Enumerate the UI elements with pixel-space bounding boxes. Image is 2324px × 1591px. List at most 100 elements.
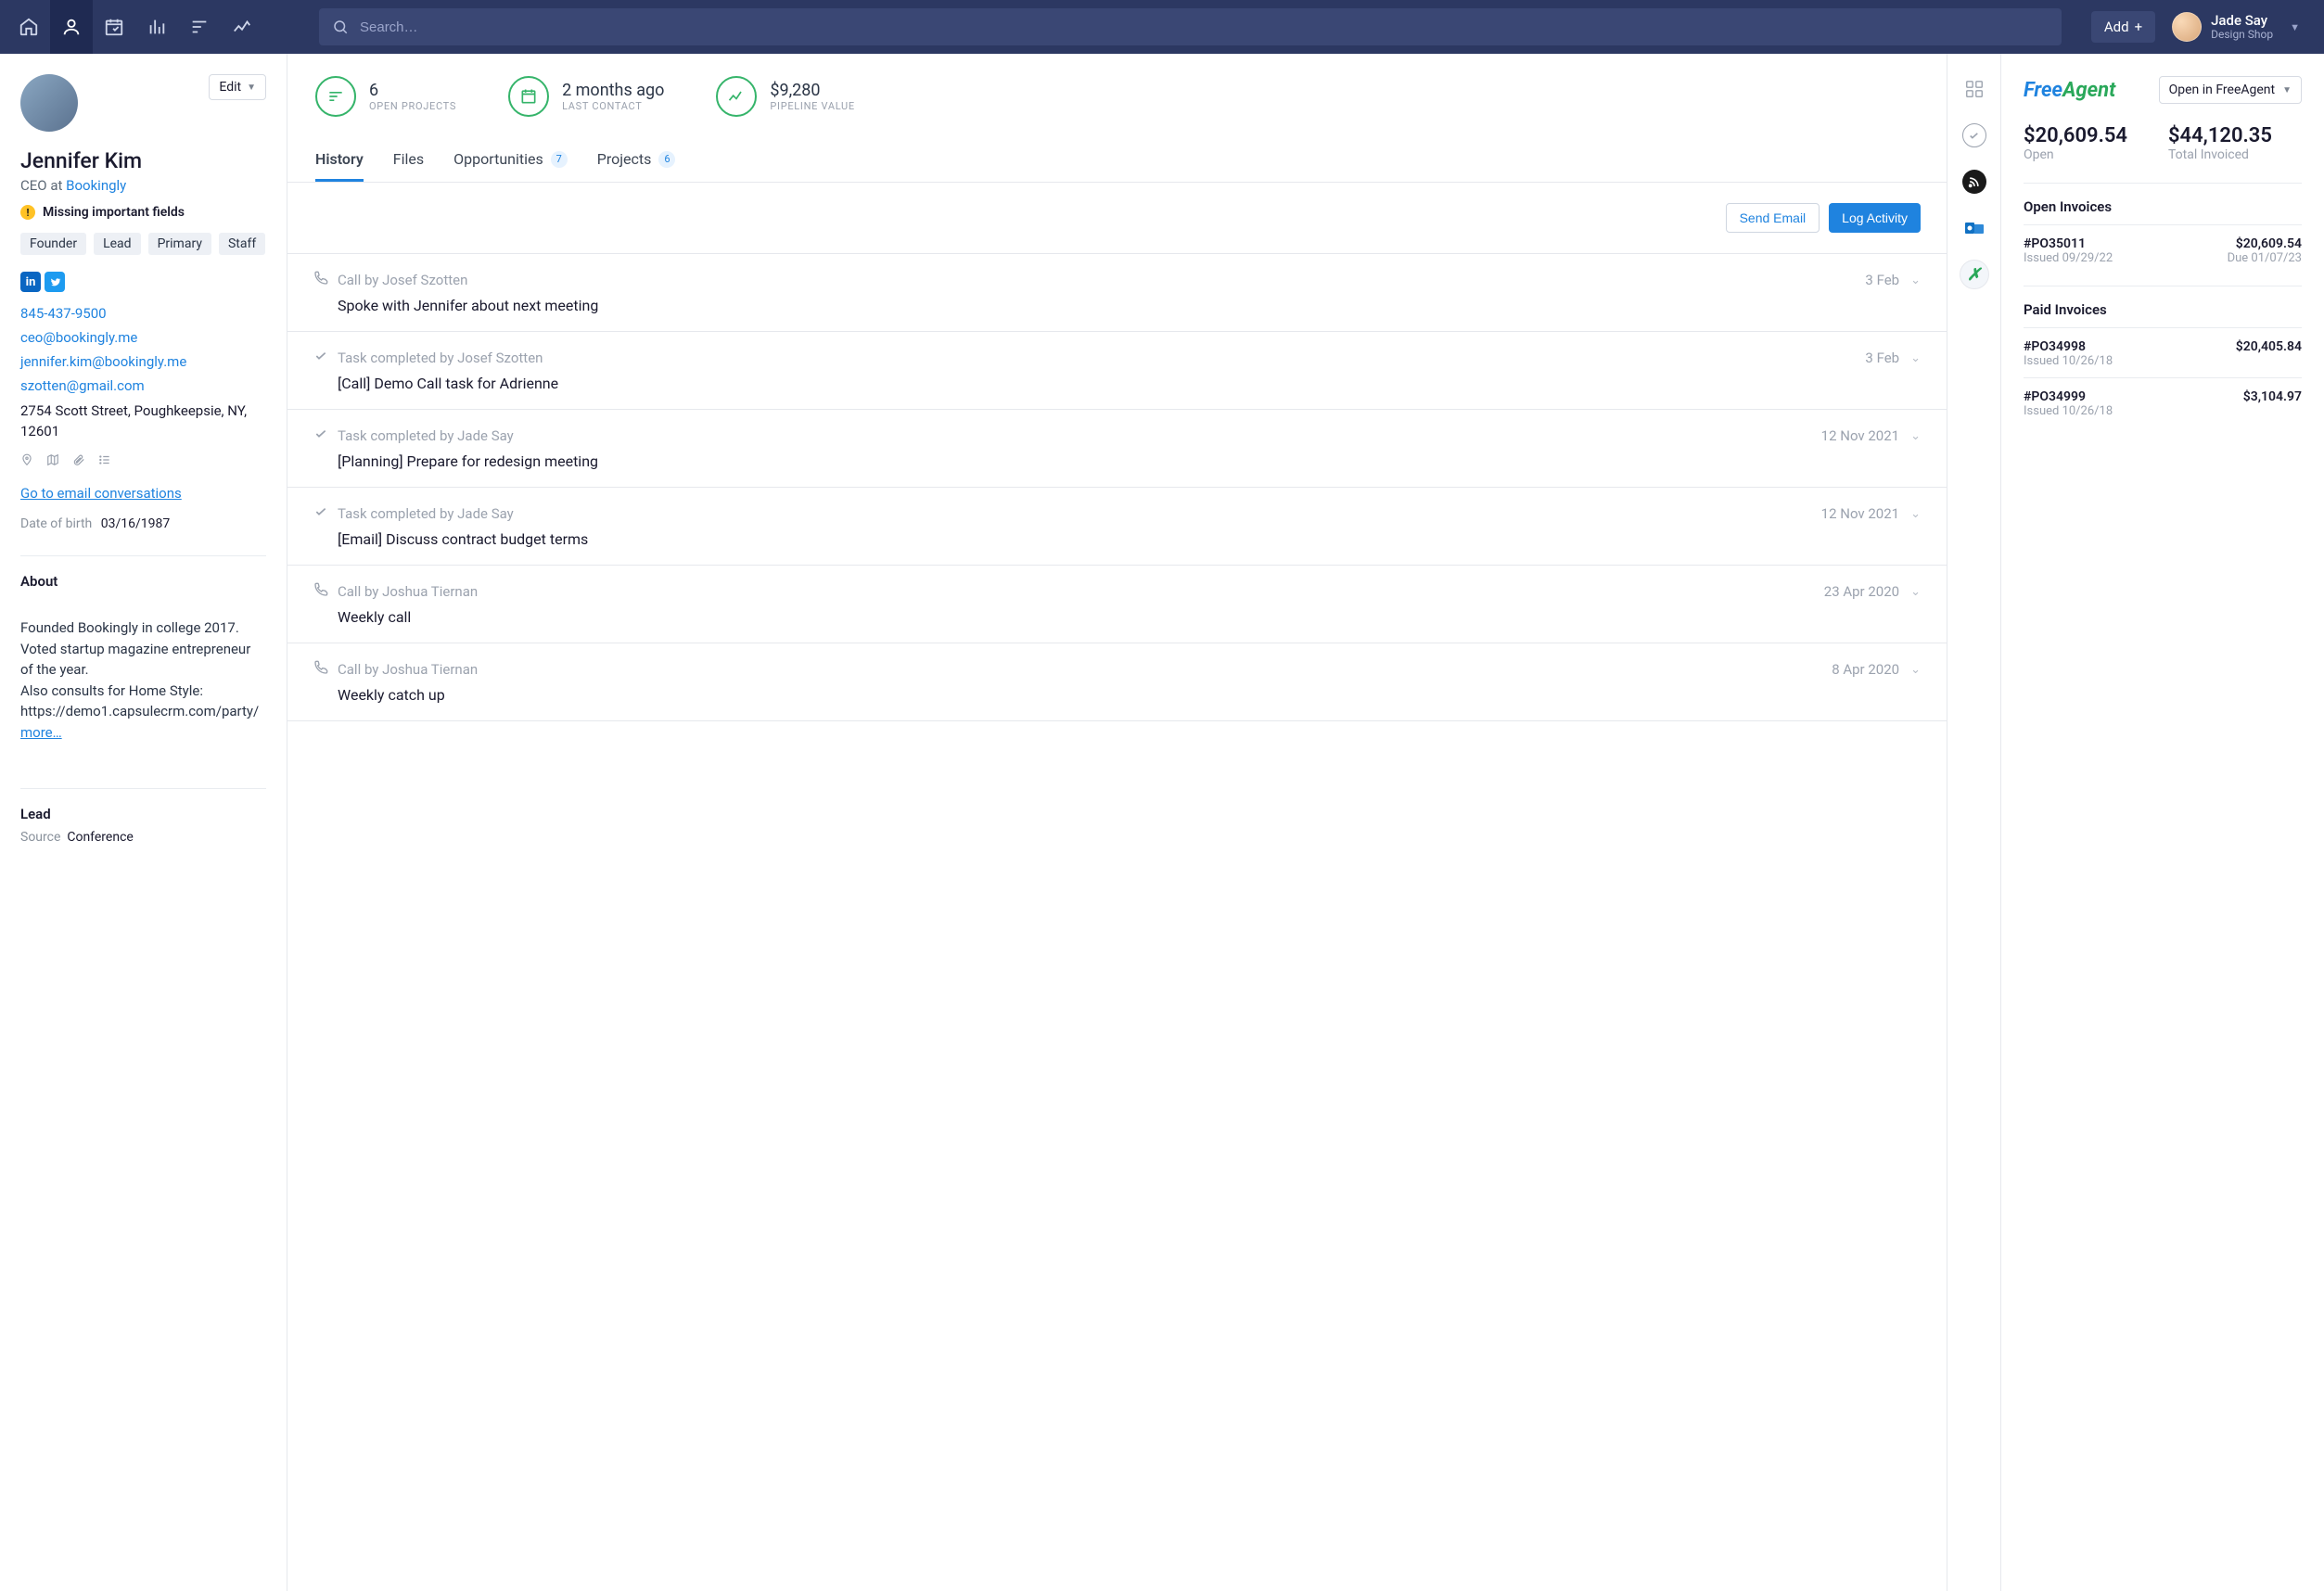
attachment-icon[interactable] xyxy=(72,453,85,470)
nav-pipeline[interactable] xyxy=(135,0,178,54)
history-item[interactable]: Call by Josef Szotten 3 Feb ⌄ Spoke with… xyxy=(287,254,1947,332)
tab-history[interactable]: History xyxy=(315,139,364,182)
linkedin-icon[interactable]: in xyxy=(20,272,41,292)
warning-icon: ! xyxy=(20,205,35,220)
map-icon[interactable] xyxy=(46,453,59,470)
add-label: Add xyxy=(2104,19,2129,35)
history-title: [Planning] Prepare for redesign meeting xyxy=(338,452,1921,470)
contact-avatar xyxy=(20,74,78,132)
integrations-rail: ✗ xyxy=(1947,54,2001,1591)
chevron-down-icon[interactable]: ⌄ xyxy=(1910,507,1921,521)
history-date: 3 Feb xyxy=(1865,272,1899,288)
history-title: Weekly call xyxy=(338,608,1921,626)
topbar: Add + Jade Say Design Shop ▼ xyxy=(0,0,2324,54)
edit-button[interactable]: Edit ▼ xyxy=(209,74,266,100)
invoice-id: #PO34999 xyxy=(2024,389,2113,404)
open-in-freeagent-button[interactable]: Open in FreeAgent ▼ xyxy=(2159,76,2302,104)
phone-icon xyxy=(313,660,328,679)
invoice-amount: $3,104.97 xyxy=(2243,389,2302,404)
about-more-link[interactable]: more… xyxy=(20,722,266,744)
list-icon[interactable] xyxy=(98,453,111,470)
freeagent-app-icon[interactable]: ✗ xyxy=(1960,260,1989,289)
phone-link[interactable]: 845-437-9500 xyxy=(20,305,266,322)
history-item[interactable]: Call by Joshua Tiernan 8 Apr 2020 ⌄ Week… xyxy=(287,643,1947,721)
tab-projects[interactable]: Projects 6 xyxy=(597,139,676,182)
chevron-down-icon[interactable]: ⌄ xyxy=(1910,663,1921,677)
add-button[interactable]: Add + xyxy=(2091,11,2155,43)
nav-reports[interactable] xyxy=(221,0,263,54)
history-item[interactable]: Task completed by Jade Say 12 Nov 2021 ⌄… xyxy=(287,410,1947,488)
search-input[interactable] xyxy=(360,19,2049,35)
history-meta: Task completed by Jade Say xyxy=(338,505,514,522)
chevron-down-icon: ▼ xyxy=(2282,85,2292,95)
email-link[interactable]: szotten@gmail.com xyxy=(20,377,266,394)
stat-pipeline[interactable]: $9,280 PIPELINE VALUE xyxy=(716,76,854,117)
chevron-down-icon[interactable]: ⌄ xyxy=(1910,351,1921,365)
invoice-issued: Issued 10/26/18 xyxy=(2024,354,2113,368)
history-title: [Call] Demo Call task for Adrienne xyxy=(338,375,1921,392)
about-text: Founded Bookingly in college 2017. Voted… xyxy=(20,597,266,764)
history-item[interactable]: Task completed by Jade Say 12 Nov 2021 ⌄… xyxy=(287,488,1947,566)
badge: 6 xyxy=(658,151,675,168)
projects-icon xyxy=(315,76,356,117)
stat-last-contact[interactable]: 2 months ago LAST CONTACT xyxy=(508,76,664,117)
tag[interactable]: Founder xyxy=(20,233,86,255)
invoice-amount: $20,405.84 xyxy=(2236,339,2302,354)
chevron-down-icon[interactable]: ⌄ xyxy=(1910,274,1921,287)
nav-contacts[interactable] xyxy=(50,0,93,54)
about-heading: About xyxy=(20,555,266,590)
company-link[interactable]: Bookingly xyxy=(66,177,126,194)
history-date: 23 Apr 2020 xyxy=(1824,583,1899,600)
email-conversations-link[interactable]: Go to email conversations xyxy=(20,485,266,502)
chevron-down-icon[interactable]: ⌄ xyxy=(1910,585,1921,599)
tag-list: Founder Lead Primary Staff xyxy=(20,233,266,255)
outlook-icon[interactable] xyxy=(1960,213,1989,243)
history-meta: Task completed by Josef Szotten xyxy=(338,350,543,366)
chevron-down-icon[interactable]: ⌄ xyxy=(1910,429,1921,443)
tag[interactable]: Lead xyxy=(94,233,140,255)
calendar-icon xyxy=(508,76,549,117)
invoice-row[interactable]: #PO34998 Issued 10/26/18 $20,405.84 xyxy=(2024,327,2302,368)
invoice-row[interactable]: #PO34999 Issued 10/26/18 $3,104.97 xyxy=(2024,377,2302,418)
chevron-down-icon: ▼ xyxy=(247,83,256,93)
email-link[interactable]: jennifer.kim@bookingly.me xyxy=(20,353,266,370)
twitter-icon[interactable] xyxy=(45,272,65,292)
tag[interactable]: Primary xyxy=(148,233,211,255)
history-date: 12 Nov 2021 xyxy=(1821,505,1899,522)
paid-invoices-heading: Paid Invoices xyxy=(2024,286,2302,318)
apps-grid-icon[interactable] xyxy=(1960,74,1989,104)
search-icon xyxy=(332,19,349,35)
history-meta: Call by Joshua Tiernan xyxy=(338,661,478,678)
history-title: Spoke with Jennifer about next meeting xyxy=(338,297,1921,314)
tab-opportunities[interactable]: Opportunities 7 xyxy=(453,139,568,182)
check-icon xyxy=(313,504,328,523)
contact-title: CEO at Bookingly xyxy=(20,177,266,194)
contact-name: Jennifer Kim xyxy=(20,148,266,173)
pin-icon[interactable] xyxy=(20,453,33,470)
profile-menu[interactable]: Jade Say Design Shop ▼ xyxy=(2172,12,2317,42)
nav-projects[interactable] xyxy=(178,0,221,54)
send-email-button[interactable]: Send Email xyxy=(1726,203,1820,233)
tasks-check-icon[interactable] xyxy=(1960,121,1989,150)
history-item[interactable]: Task completed by Josef Szotten 3 Feb ⌄ … xyxy=(287,332,1947,410)
nav-home[interactable] xyxy=(7,0,50,54)
nav-calendar[interactable] xyxy=(93,0,135,54)
email-link[interactable]: ceo@bookingly.me xyxy=(20,329,266,346)
search-box[interactable] xyxy=(319,8,2062,45)
stat-open-projects[interactable]: 6 OPEN PROJECTS xyxy=(315,76,456,117)
sum-open: $20,609.54 Open xyxy=(2024,124,2127,162)
tab-files[interactable]: Files xyxy=(393,139,424,182)
invoice-row[interactable]: #PO35011 Issued 09/29/22 $20,609.54 Due … xyxy=(2024,224,2302,265)
activity-panel: 6 OPEN PROJECTS 2 months ago LAST CONTAC… xyxy=(287,54,1947,1591)
invoice-due: Due 01/07/23 xyxy=(2228,251,2302,265)
freeagent-panel: FreeAgent Open in FreeAgent ▼ $20,609.54… xyxy=(2001,54,2324,1591)
profile-org: Design Shop xyxy=(2211,29,2273,41)
sum-total: $44,120.35 Total Invoiced xyxy=(2168,124,2272,162)
missing-fields-warning[interactable]: ! Missing important fields xyxy=(20,205,266,220)
history-item[interactable]: Call by Joshua Tiernan 23 Apr 2020 ⌄ Wee… xyxy=(287,566,1947,643)
tag[interactable]: Staff xyxy=(219,233,265,255)
open-invoices-heading: Open Invoices xyxy=(2024,183,2302,215)
feed-icon[interactable] xyxy=(1960,167,1989,197)
invoice-issued: Issued 10/26/18 xyxy=(2024,404,2113,418)
log-activity-button[interactable]: Log Activity xyxy=(1829,203,1921,233)
